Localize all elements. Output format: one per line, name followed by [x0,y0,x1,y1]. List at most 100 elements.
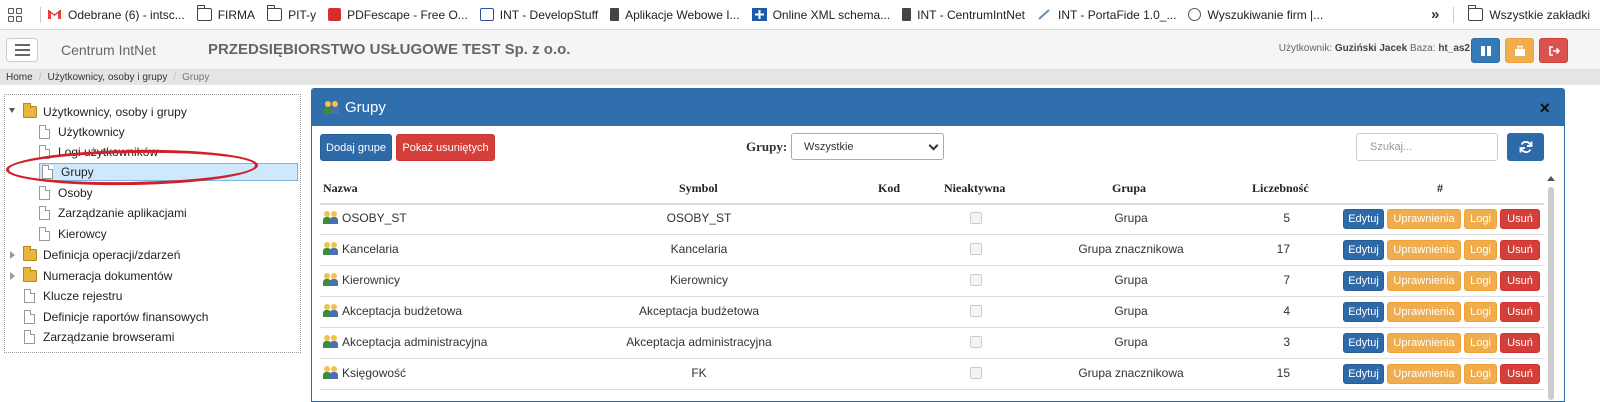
permissions-button[interactable]: Uprawnienia [1387,271,1461,291]
expand-triangle-icon[interactable] [10,272,15,280]
collapse-triangle-icon[interactable] [9,108,15,113]
column-header-group[interactable]: Grupa [1112,181,1146,196]
permissions-button[interactable]: Uprawnienia [1387,364,1461,384]
edit-button[interactable]: Edytuj [1343,364,1384,384]
breadcrumb-separator: / [38,72,42,83]
add-group-button[interactable]: Dodaj grupe [320,134,392,161]
expand-triangle-icon[interactable] [10,251,15,259]
logout-button[interactable] [1539,38,1568,63]
group-icon [323,335,338,348]
delete-button[interactable]: Usuń [1500,333,1540,353]
tree-node-users[interactable]: Użytkownicy [39,123,125,141]
table-row[interactable]: Akceptacja budżetowa [323,304,462,318]
inactive-checkbox[interactable] [970,336,982,348]
delete-button[interactable]: Usuń [1500,302,1540,322]
app-icon [479,8,494,21]
column-header-code[interactable]: Kod [878,181,900,196]
bookmark-label: INT - CentrumIntNet [917,7,1025,22]
briefcase-button[interactable] [1505,38,1534,63]
folder-icon [267,5,283,21]
group-filter-select[interactable]: Wszystkie [791,133,944,160]
scroll-up-icon[interactable] [1547,176,1555,181]
layout-button[interactable] [1471,38,1500,63]
bookmark-wyszukiwanie[interactable]: Wyszukiwanie firm |... [1188,8,1323,22]
navigation-tree: Użytkownicy, osoby i grupy Użytkownicy L… [4,94,301,353]
inactive-checkbox[interactable] [970,305,982,317]
logs-button[interactable]: Logi [1464,240,1497,260]
table-row[interactable]: Kierownicy [323,273,400,287]
table-row[interactable]: OSOBY_ST [323,211,407,225]
inactive-checkbox[interactable] [970,367,982,379]
edit-button[interactable]: Edytuj [1343,333,1384,353]
column-header-symbol[interactable]: Symbol [679,181,718,196]
tree-node-users-groups[interactable]: Użytkownicy, osoby i grupy [23,103,187,121]
table-row[interactable]: Księgowość [323,366,406,380]
permissions-button[interactable]: Uprawnienia [1387,209,1461,229]
bookmark-centrumintnet[interactable]: INT - CentrumIntNet [902,8,1025,22]
row-symbol: FK [691,366,707,380]
tree-node-operations[interactable]: Definicja operacji/zdarzeń [23,246,180,264]
tree-node-numbering[interactable]: Numeracja dokumentów [23,267,172,285]
delete-button[interactable]: Usuń [1500,364,1540,384]
edit-button[interactable]: Edytuj [1343,209,1384,229]
gmail-icon [47,8,62,21]
page-icon [902,8,912,21]
group-icon [323,242,338,255]
scrollbar[interactable] [1548,187,1554,400]
breadcrumb-users[interactable]: Użytkownicy, osoby i grupy [47,72,167,83]
table-row[interactable]: Kancelaria [323,242,399,256]
show-deleted-button[interactable]: Pokaż usuniętych [396,134,495,161]
tree-node-registry-keys[interactable]: Klucze rejestru [24,287,122,305]
app-brand[interactable]: Centrum IntNet [61,42,156,58]
delete-button[interactable]: Usuń [1500,209,1540,229]
apps-icon[interactable] [8,7,22,22]
more-bookmarks-button[interactable]: » [1431,6,1439,23]
logs-button[interactable]: Logi [1464,333,1497,353]
bookmark-firma[interactable]: FIRMA [196,5,255,22]
bookmark-developstuff[interactable]: INT - DevelopStuff [479,8,598,22]
bookmark-label: Wyszukiwanie firm |... [1207,7,1324,22]
close-icon[interactable]: × [1539,98,1550,119]
logs-button[interactable]: Logi [1464,271,1497,291]
tree-node-browsers[interactable]: Zarządzanie browserami [24,328,174,346]
bookmark-aplikacje[interactable]: Aplikacje Webowe I... [610,8,740,22]
edit-button[interactable]: Edytuj [1343,240,1384,260]
edit-button[interactable]: Edytuj [1343,302,1384,322]
inactive-checkbox[interactable] [970,243,982,255]
tree-node-app-management[interactable]: Zarządzanie aplikacjami [39,204,187,222]
table-row[interactable]: Akceptacja administracyjna [323,335,487,349]
hamburger-menu-button[interactable] [6,37,38,62]
permissions-button[interactable]: Uprawnienia [1387,240,1461,260]
refresh-button[interactable] [1507,133,1544,161]
permissions-button[interactable]: Uprawnienia [1387,333,1461,353]
bookmark-xml[interactable]: Online XML schema... [751,8,890,22]
logs-button[interactable]: Logi [1464,209,1497,229]
bookmark-gmail[interactable]: Odebrane (6) - intsc... [47,8,185,22]
inactive-checkbox[interactable] [970,274,982,286]
bookmark-pit[interactable]: PIT-y [267,5,316,22]
column-header-count[interactable]: Liczebność [1252,181,1309,196]
breadcrumb-home[interactable]: Home [6,72,33,83]
edit-button[interactable]: Edytuj [1343,271,1384,291]
row-count: 4 [1283,304,1290,318]
column-header-name[interactable]: Nazwa [323,181,358,196]
tree-node-financial-reports[interactable]: Definicje raportów finansowych [24,308,208,326]
search-input[interactable]: Szukaj... [1356,133,1498,161]
column-header-inactive[interactable]: Nieaktywna [944,181,1005,196]
all-bookmarks[interactable]: Wszystkie zakładki [1468,5,1590,22]
bookmark-portafide[interactable]: INT - PortaFide 1.0_... [1037,8,1176,22]
logs-button[interactable]: Logi [1464,364,1497,384]
tree-node-persons[interactable]: Osoby [39,184,93,202]
document-icon [24,289,35,303]
permissions-button[interactable]: Uprawnienia [1387,302,1461,322]
breadcrumb-separator: / [173,72,177,83]
logs-button[interactable]: Logi [1464,302,1497,322]
delete-button[interactable]: Usuń [1500,240,1540,260]
bookmark-pdfescape[interactable]: PDFescape - Free O... [328,8,468,22]
row-count: 7 [1283,273,1290,287]
inactive-checkbox[interactable] [970,212,982,224]
user-info: Użytkownik: Guziński Jacek Baza: ht_as2 [1279,43,1470,54]
tree-node-drivers[interactable]: Kierowcy [39,225,107,243]
delete-button[interactable]: Usuń [1500,271,1540,291]
tree-node-label: Definicja operacji/zdarzeń [43,248,181,262]
